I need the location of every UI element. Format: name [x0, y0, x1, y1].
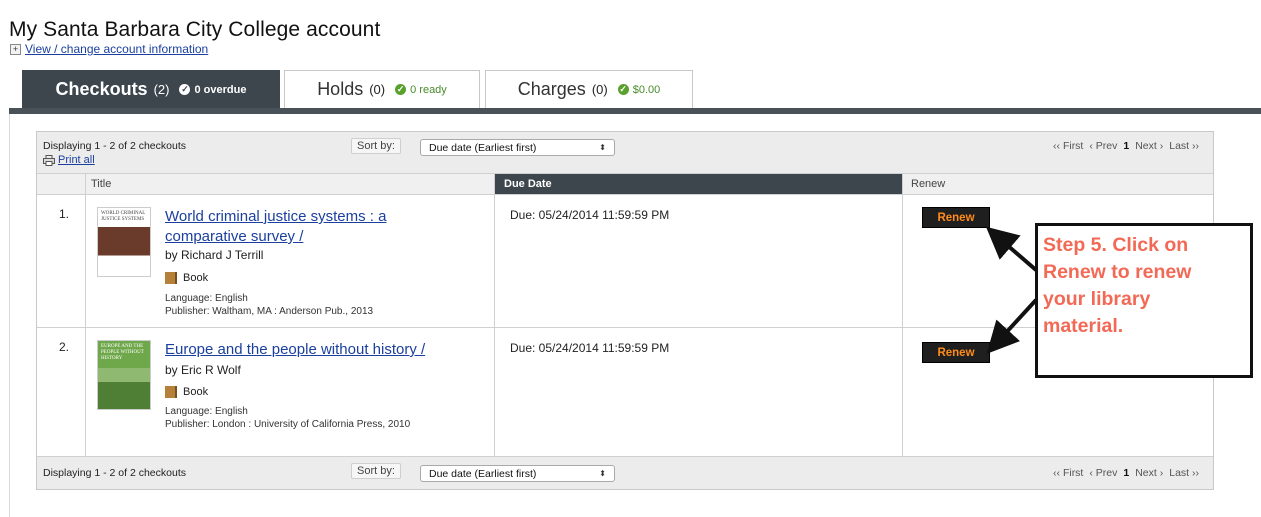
callout-line: your library [1043, 288, 1151, 310]
publisher: Publisher: London : University of Califo… [165, 419, 411, 430]
pager-prev[interactable]: ‹ Prev [1089, 140, 1117, 152]
pager-first[interactable]: ‹‹ First [1053, 467, 1083, 479]
renew-button[interactable]: Renew [922, 342, 990, 363]
row-number: 2. [59, 340, 70, 354]
pager-top: ‹‹ First ‹ Prev 1 Next › Last ›› [1047, 140, 1199, 152]
tab-status-text: $0.00 [632, 83, 661, 96]
callout-line: Step 5. Click on [1043, 234, 1189, 256]
pager-current: 1 [1123, 140, 1130, 152]
sort-select[interactable]: Due date (Earliest first) ⬍ [420, 465, 615, 482]
cover-text: WORLD CRIMINAL JUSTICE SYSTEMS [101, 211, 146, 222]
language: Language: English [165, 293, 248, 304]
author: by Eric R Wolf [165, 363, 241, 377]
due-date: Due: 05/24/2014 11:59:59 PM [510, 208, 670, 222]
item-meta: Language: English Publisher: Waltham, MA … [165, 292, 373, 318]
column-header-renew: Renew [902, 174, 1213, 195]
tab-charges[interactable]: Charges (0) ✓ $0.00 [485, 70, 693, 108]
row-number: 1. [59, 207, 70, 221]
tab-holds[interactable]: Holds (0) ✓ 0 ready [284, 70, 480, 108]
pager-next[interactable]: Next › [1135, 467, 1163, 479]
account-info-link-row: + View / change account information [10, 42, 208, 56]
publisher: Publisher: Waltham, MA : Anderson Pub., … [165, 306, 374, 317]
sort-label: Sort by: [351, 463, 401, 479]
pager-last[interactable]: Last ›› [1169, 467, 1199, 479]
pager-prev[interactable]: ‹ Prev [1089, 467, 1117, 479]
title-line: World criminal justice systems : a [165, 208, 387, 225]
pager-current: 1 [1123, 467, 1130, 479]
pager-first[interactable]: ‹‹ First [1053, 140, 1083, 152]
check-icon: ✓ [617, 84, 629, 95]
tab-status-text: 0 ready [410, 83, 447, 96]
tab-status: ✓ 0 ready [395, 84, 447, 96]
renew-button[interactable]: Renew [922, 207, 990, 228]
table-bottom-toolbar: Displaying 1 - 2 of 2 checkouts Sort by:… [37, 456, 1213, 489]
tab-count: (2) [153, 82, 170, 97]
format: Book [165, 272, 208, 284]
check-icon: ✓ [395, 84, 407, 95]
expand-plus-icon[interactable]: + [10, 43, 21, 55]
instruction-callout: Step 5. Click on Renew to renew your lib… [1035, 223, 1253, 378]
book-title-link[interactable]: World criminal justice systems : a compar… [165, 207, 485, 247]
account-info-link[interactable]: View / change account information [25, 42, 208, 56]
book-cover-image[interactable]: WORLD CRIMINAL JUSTICE SYSTEMS [97, 207, 151, 277]
column-header-due-date[interactable]: Due Date [494, 174, 902, 195]
item-meta: Language: English Publisher: London : Uni… [165, 405, 410, 431]
tab-label: Holds [317, 79, 364, 99]
language: Language: English [165, 406, 248, 417]
tab-label: Charges [517, 79, 586, 99]
pager-next[interactable]: Next › [1135, 140, 1163, 152]
due-date: Due: 05/24/2014 11:59:59 PM [510, 341, 670, 355]
displaying-count: Displaying 1 - 2 of 2 checkouts [43, 467, 186, 479]
displaying-count: Displaying 1 - 2 of 2 checkouts [43, 140, 186, 152]
book-cover-image[interactable]: EUROPE AND THE PEOPLE WITHOUT HISTORY [97, 340, 151, 410]
author: by Richard J Terrill [165, 248, 264, 262]
panel-left-border [9, 114, 10, 517]
tab-count: (0) [591, 82, 608, 97]
book-icon [165, 386, 177, 398]
book-icon [165, 272, 177, 284]
select-arrows-icon: ⬍ [599, 469, 606, 478]
format-label: Book [183, 272, 209, 284]
pager-last[interactable]: Last ›› [1169, 140, 1199, 152]
print-all-link[interactable]: Print all [58, 154, 95, 166]
tab-status: ✓ 0 overdue [179, 84, 246, 96]
tab-label: Checkouts [55, 79, 148, 99]
tab-status: ✓ $0.00 [617, 83, 661, 96]
sort-select-value: Due date (Earliest first) [429, 142, 537, 154]
table-top-toolbar: Displaying 1 - 2 of 2 checkouts Print al… [37, 132, 1213, 174]
tab-count: (0) [369, 82, 386, 97]
column-header-title[interactable]: Title [37, 174, 494, 195]
sort-select[interactable]: Due date (Earliest first) ⬍ [420, 139, 615, 156]
callout-line: Renew to renew [1043, 261, 1192, 283]
format-label: Book [183, 386, 209, 398]
page-title: My Santa Barbara City College account [9, 18, 381, 41]
title-line: comparative survey / [165, 228, 304, 245]
check-icon: ✓ [179, 84, 191, 95]
tab-status-text: 0 overdue [194, 83, 247, 96]
cover-text: EUROPE AND THE PEOPLE WITHOUT HISTORY [101, 344, 144, 361]
printer-icon [43, 154, 55, 166]
print-all-row: Print all [43, 154, 95, 166]
format: Book [165, 386, 208, 398]
sort-select-value: Due date (Earliest first) [429, 468, 537, 480]
sort-label: Sort by: [351, 138, 401, 154]
book-title-link[interactable]: Europe and the people without history / [165, 340, 485, 360]
callout-line: material. [1043, 315, 1124, 337]
tab-checkouts[interactable]: Checkouts (2) ✓ 0 overdue [22, 70, 280, 108]
pager-bottom: ‹‹ First ‹ Prev 1 Next › Last ›› [1047, 467, 1199, 479]
select-arrows-icon: ⬍ [599, 143, 606, 152]
tab-underline-bar [9, 108, 1261, 114]
